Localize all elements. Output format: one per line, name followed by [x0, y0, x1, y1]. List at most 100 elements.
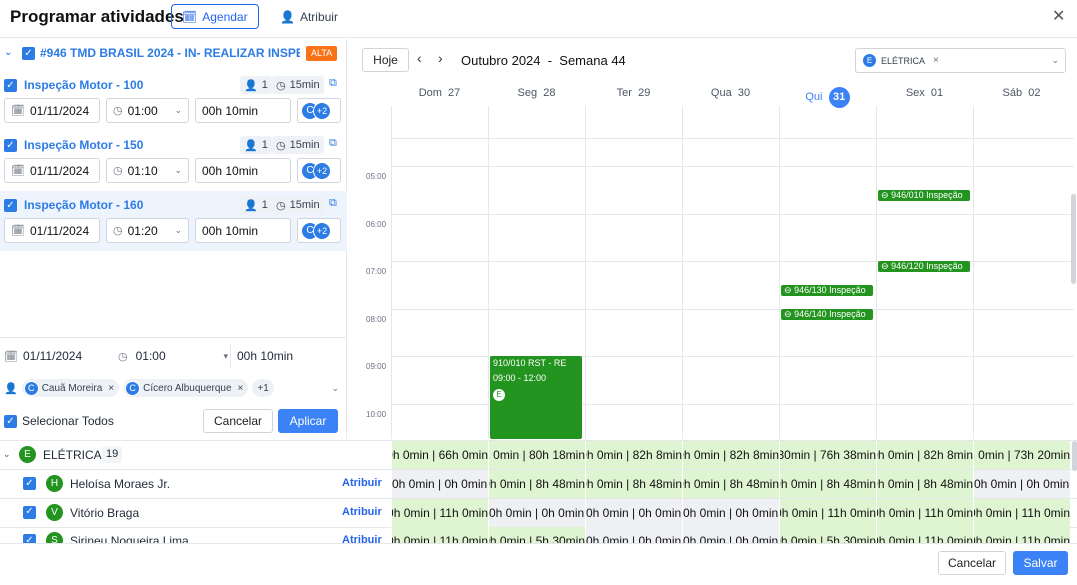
day-header[interactable]: Ter 29 — [585, 87, 682, 99]
capacity-cell: 0h 0min | 8h 48min — [876, 470, 973, 498]
calendar-event-big[interactable]: 910/010 RST - RE 09:00 - 12:00 E — [490, 356, 582, 439]
count-badge: 19 — [102, 446, 123, 463]
length-field[interactable]: 00h 10min — [195, 218, 291, 243]
clock-icon: ◷ — [113, 165, 123, 177]
day-column — [682, 106, 683, 439]
time-select[interactable]: ◷ 01:00 ⌄ — [106, 98, 189, 123]
capacity-cell: 0h 0min | 8h 48min — [585, 470, 682, 498]
date-field[interactable]: 🗓 01/11/2024 — [4, 218, 100, 243]
remove-icon[interactable]: × — [238, 383, 244, 394]
apply-button[interactable]: Aplicar — [278, 409, 338, 433]
assignee-picker[interactable]: C +2 — [297, 158, 341, 183]
task-checkbox[interactable]: ✓ — [4, 139, 17, 152]
day-header[interactable]: Dom 27 — [391, 87, 488, 99]
task-panel: ⌄ ✓ #946 TMD BRASIL 2024 - IN- REALIZAR … — [0, 39, 347, 439]
calendar-event[interactable]: ⊖ 946/120 Inspeção — [878, 261, 970, 272]
prev-week-icon[interactable]: ‹ — [417, 50, 422, 66]
chevron-down-icon[interactable]: ⌄ — [3, 449, 11, 460]
calendar-icon: 🗓 — [11, 105, 25, 117]
date-field[interactable]: 🗓 01/11/2024 — [4, 158, 100, 183]
assignee-picker[interactable]: C +2 — [297, 218, 341, 243]
day-header[interactable]: Qua 30 — [682, 87, 779, 99]
chevron-down-icon[interactable]: ⌄ — [4, 47, 12, 58]
day-header[interactable]: Sáb 02 — [973, 87, 1070, 99]
chevron-down-icon: ⌄ — [174, 165, 182, 175]
clock-icon: ◷ — [276, 79, 286, 92]
bulk-length-field[interactable]: 00h 10min — [237, 349, 293, 363]
more-assignees-badge: +1 — [252, 379, 274, 397]
copy-icon[interactable]: ⧉ — [329, 197, 337, 210]
team-filter-select[interactable]: E ELÉTRICA × ⌄ — [855, 48, 1066, 73]
day-header[interactable]: Qui 31 — [779, 87, 876, 108]
capacity-cell: 0h 0min | 8h 48min — [779, 470, 876, 498]
assignee-chip: C Cauã Moreira × — [21, 379, 120, 397]
copy-icon[interactable]: ⧉ — [329, 137, 337, 150]
remove-icon[interactable]: × — [933, 55, 939, 66]
clock-icon: ◷ — [118, 350, 128, 363]
assign-link[interactable]: Atribuir — [342, 534, 382, 543]
day-column — [488, 106, 489, 439]
close-icon[interactable]: ✕ — [1052, 6, 1065, 26]
dialog-header: Programar atividades 🗓 Agendar 👤 Atribuir … — [0, 0, 1077, 38]
cancel-bulk-button[interactable]: Cancelar — [203, 409, 273, 433]
day-header[interactable]: Sex 01 — [876, 87, 973, 99]
resource-checkbox[interactable]: ✓ — [23, 477, 36, 490]
select-all-checkbox[interactable]: ✓ — [4, 415, 17, 428]
cancel-button[interactable]: Cancelar — [938, 551, 1006, 575]
table-scrollbar[interactable] — [1072, 441, 1077, 471]
day-column — [973, 106, 974, 439]
calendar-scrollbar[interactable] — [1071, 194, 1076, 284]
hour-label: 07:00 — [366, 267, 387, 276]
chevron-down-icon: ⌄ — [1051, 55, 1059, 65]
user-icon: 👤 — [244, 139, 258, 152]
next-week-icon[interactable]: › — [438, 50, 443, 66]
user-icon: 👤 — [244, 79, 258, 92]
capacity-cell: 0h 0min | 11h 0min — [391, 527, 488, 543]
capacity-cell: 0h 0min | 11h 0min — [391, 498, 488, 527]
hour-label: 09:00 — [366, 362, 387, 371]
calendar-event[interactable]: ⊖ 946/010 Inspeção — [878, 190, 970, 201]
date-field[interactable]: 🗓 01/11/2024 — [4, 98, 100, 123]
today-button[interactable]: Hoje — [362, 48, 409, 72]
assignee-chip: C Cícero Albuquerque × — [123, 379, 249, 397]
calendar-event[interactable]: ⊖ 946/140 Inspeção — [781, 309, 873, 320]
tab-assign[interactable]: 👤 Atribuir — [270, 4, 348, 29]
chevron-down-icon: ⌄ — [174, 105, 182, 115]
capacity-cell: 0h 0min | 8h 48min — [488, 470, 585, 498]
calendar-event[interactable]: ⊖ 946/130 Inspeção — [781, 285, 873, 296]
hour-line — [391, 213, 1074, 215]
people-badge: 👤 1 — [240, 136, 272, 154]
save-button[interactable]: Salvar — [1013, 551, 1068, 575]
bulk-assignee-select[interactable]: 👤 C Cauã Moreira × C Cícero Albuquerque × +1… — [4, 379, 339, 397]
assignee-picker[interactable]: C +2 — [297, 98, 341, 123]
resource-checkbox[interactable]: ✓ — [23, 505, 36, 519]
day-header[interactable]: Seg 28 — [488, 87, 585, 99]
time-select[interactable]: ◷ 01:20 ⌄ — [106, 218, 189, 243]
tab-schedule[interactable]: 🗓 Agendar — [171, 4, 259, 29]
bulk-date-field[interactable]: 🗓 01/11/2024 — [4, 349, 82, 363]
hour-line — [391, 166, 1074, 167]
length-field[interactable]: 00h 10min — [195, 158, 291, 183]
capacity-cell: 0h 0min | 5h 30min — [488, 527, 585, 543]
bulk-time-select[interactable]: ◷ 01:00 ▾ — [118, 349, 228, 363]
task-checkbox[interactable]: ✓ — [4, 199, 17, 212]
assign-link[interactable]: Atribuir — [342, 477, 382, 489]
chevron-down-icon: ▾ — [223, 350, 228, 361]
capacity-cell: 0h 0min | 5h 30min — [779, 527, 876, 543]
task-checkbox[interactable]: ✓ — [4, 79, 17, 92]
day-column — [585, 106, 586, 439]
assign-link[interactable]: Atribuir — [342, 506, 382, 518]
page-title: Programar atividades — [10, 7, 184, 26]
remove-icon[interactable]: × — [108, 383, 114, 394]
resource-name: Heloísa Moraes Jr. — [70, 477, 171, 491]
time-select[interactable]: ◷ 01:10 ⌄ — [106, 158, 189, 183]
resource-checkbox[interactable]: ✓ — [23, 534, 36, 543]
copy-icon[interactable]: ⧉ — [329, 77, 337, 90]
hour-label: 08:00 — [366, 314, 387, 324]
chevron-down-icon: ⌄ — [174, 225, 182, 235]
capacity-cell: 0h 0min | 11h 0min — [973, 527, 1070, 543]
length-field[interactable]: 00h 10min — [195, 98, 291, 123]
hour-line — [391, 308, 1074, 310]
group-checkbox[interactable]: ✓ — [22, 47, 35, 60]
clock-icon: ◷ — [276, 199, 286, 212]
